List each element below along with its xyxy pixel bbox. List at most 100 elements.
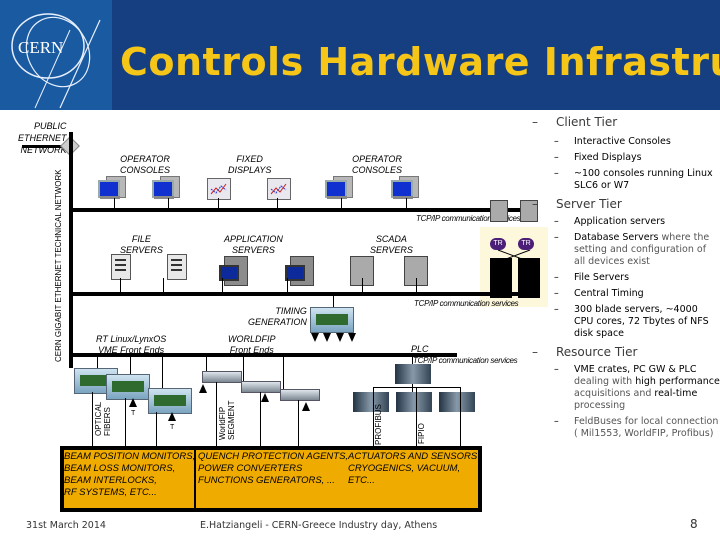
item-detail: dealing with <box>574 376 636 387</box>
tcp-label-2: TCP/IP communication services <box>414 299 519 308</box>
label-line: FIBERS <box>103 407 112 436</box>
item-emphasis: real-time <box>654 388 698 399</box>
connector <box>373 387 461 388</box>
label-line: OPERATOR <box>120 154 170 164</box>
label-line: FILE <box>131 234 151 244</box>
client-tier-item: Interactive Consoles <box>554 136 720 148</box>
file-server-icon <box>111 254 131 280</box>
label-line: CONSOLES <box>120 165 171 175</box>
equipment-item: BEAM INTERLOCKS, <box>64 475 157 486</box>
vme-crate-icon <box>106 374 150 400</box>
timing-crate-icon <box>310 307 354 333</box>
label-line: SCADA <box>375 234 407 244</box>
equipment-item: FUNCTIONS GENERATORS, ... <box>198 475 335 486</box>
fipio-label: FIPIO <box>417 423 426 444</box>
cern-logo: CERN <box>0 0 112 110</box>
equipment-col-3: ACTUATORS AND SENSORS CRYOGENICS, VACUUM… <box>348 451 477 487</box>
label-line: CONSOLES <box>352 165 403 175</box>
worldfip-segment-label: SEGMENT <box>227 400 236 440</box>
timing-input-icon <box>129 398 137 407</box>
front-end-network-line <box>71 353 457 357</box>
page-number: 8 <box>690 517 698 531</box>
file-servers-label: FILE SERVERS <box>120 234 163 256</box>
label-line: SERVERS <box>232 245 275 255</box>
label-line: GENERATION <box>248 317 307 327</box>
client-tier-heading: Client Tier <box>532 114 720 130</box>
equipment-item: ACTUATORS AND SENSORS <box>348 451 478 462</box>
connector <box>243 356 244 381</box>
item-text: File Servers <box>574 272 630 283</box>
label-line: WorldFIP <box>218 406 227 440</box>
connector <box>130 356 131 374</box>
plc-module-icon <box>353 392 389 412</box>
page-title: Controls Hardware Infrastructure <box>120 40 720 84</box>
timing-arrow-icon <box>323 333 331 342</box>
timing-marker: T <box>131 410 136 417</box>
application-server-icon <box>285 256 314 286</box>
svg-text:CERN: CERN <box>18 38 63 57</box>
console-icon <box>152 176 180 199</box>
equipment-item: POWER CONVERTERS <box>198 463 303 474</box>
operator-consoles-label-2: OPERATOR CONSOLES <box>352 154 402 176</box>
label-line: ETHERNET <box>18 133 67 143</box>
file-server-icon <box>167 254 187 280</box>
optical-fiber-line <box>92 392 93 448</box>
timing-input-icon <box>199 384 207 393</box>
cern-logo-icon: CERN <box>11 13 101 109</box>
plc-module-icon <box>396 392 432 412</box>
optical-fiber-line <box>125 398 126 448</box>
server-tier-item: Database Servers where the setting and c… <box>554 232 720 268</box>
item-detail: FeldBuses for local connection ( Mil1553… <box>574 416 719 439</box>
operator-consoles-label-1: OPERATOR CONSOLES <box>120 154 170 176</box>
optical-fibers-label: FIBERS <box>103 407 112 436</box>
connector <box>206 356 207 371</box>
display-icon <box>207 178 231 200</box>
label-line: OPTICAL <box>94 401 103 436</box>
server-tier-heading: Server Tier <box>532 196 720 212</box>
timing-arrow-icon <box>311 333 319 342</box>
console-icon <box>98 176 126 199</box>
worldfip-segment-line <box>216 382 217 448</box>
timing-generation-label: TIMING GENERATION <box>248 306 307 328</box>
label-line: WORLDFIP <box>228 334 276 344</box>
timing-input-icon <box>302 402 310 411</box>
timing-arrow-icon <box>336 333 344 342</box>
equipment-item: CRYOGENICS, VACUUM, <box>348 463 461 474</box>
resource-tier-item: VME crates, PC GW & PLC dealing with hig… <box>554 364 720 412</box>
server-tier-item: File Servers <box>554 272 720 284</box>
connector <box>97 356 98 368</box>
scada-servers-label: SCADA SERVERS <box>370 234 413 256</box>
client-tier-item: ~100 consoles running Linux SLC6 or W7 <box>554 168 720 192</box>
equipment-item: QUENCH PROTECTION AGENTS, <box>198 451 349 462</box>
item-text: VME crates, PC GW & PLC <box>574 364 697 375</box>
worldfip-rack-icon <box>202 371 242 383</box>
label-line: OPERATOR <box>352 154 402 164</box>
server-tier-item: 300 blade servers, ~4000 CPU cores, 72 T… <box>554 304 720 340</box>
label-line: TIMING <box>275 306 307 316</box>
optical-fiber-line <box>156 412 157 448</box>
display-icon <box>267 178 291 200</box>
item-text: Database Servers <box>574 232 659 243</box>
label-line: SERVERS <box>370 245 413 255</box>
timing-marker: T <box>170 424 175 431</box>
connector <box>283 356 284 389</box>
item-text: Central Timing <box>574 288 644 299</box>
worldfip-segment-line <box>260 392 261 448</box>
client-tier-item: Fixed Displays <box>554 152 720 164</box>
worldfip-segment-line <box>298 400 299 448</box>
label-line: RT Linux/LynxOS <box>96 334 167 344</box>
application-servers-label: APPLICATION SERVERS <box>224 234 283 256</box>
resource-tier-heading: Resource Tier <box>532 344 720 360</box>
plc-icon <box>395 364 431 384</box>
application-server-icon <box>219 256 248 286</box>
tr-server-icon <box>490 200 508 222</box>
item-detail: acquisitions and <box>574 388 655 399</box>
timing-input-icon <box>168 412 176 421</box>
plc-module-icon <box>439 392 475 412</box>
console-icon <box>325 176 353 199</box>
client-network-line <box>71 208 527 212</box>
worldfip-segment-label: WorldFIP <box>218 407 227 440</box>
server-network-line <box>71 292 527 296</box>
timing-arrow-icon <box>348 333 356 342</box>
console-icon <box>391 176 419 199</box>
